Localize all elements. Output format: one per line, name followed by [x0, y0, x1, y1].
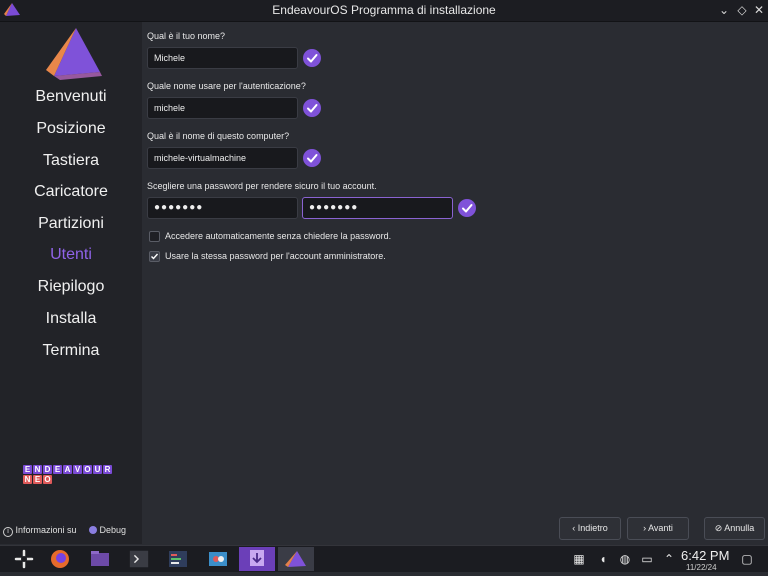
brand-letter: E — [53, 465, 62, 474]
brand-letter: O — [83, 465, 92, 474]
reuse-password-checkbox[interactable] — [149, 251, 160, 262]
about-label: Informazioni su — [15, 525, 77, 535]
next-button-label: Avanti — [648, 523, 673, 533]
password-label: Scegliere una password per rendere sicur… — [147, 181, 377, 191]
sidebar-step-installa: Installa — [45, 310, 97, 327]
terminal-icon[interactable] — [128, 547, 150, 571]
keyboard-layout-icon[interactable]: ▦ — [572, 552, 586, 566]
network-icon[interactable]: ◍ — [618, 552, 632, 566]
brand-letter: V — [73, 465, 82, 474]
info-icon: i — [3, 527, 13, 537]
window-titlebar: EndeavourOS Programma di installazione ⌄… — [0, 0, 768, 22]
password-valid-check-icon — [458, 199, 476, 217]
endeavour-neo-brand: E N D E A V O U R N E O — [23, 465, 112, 485]
brand-letter: E — [33, 475, 42, 484]
close-icon[interactable]: ✕ — [751, 2, 767, 18]
endeavouros-logo — [46, 28, 102, 80]
installer-taskbar-button[interactable] — [239, 547, 275, 571]
sidebar-step-tastiera: Tastiera — [42, 152, 100, 169]
chevron-right-icon: › — [643, 523, 647, 533]
window-title: EndeavourOS Programma di installazione — [272, 3, 496, 17]
back-button[interactable]: ‹ Indietro — [559, 517, 621, 540]
volume-muted-icon[interactable]: ◖ — [596, 552, 610, 566]
image-viewer-icon[interactable] — [206, 547, 230, 571]
file-manager-icon[interactable] — [88, 547, 112, 571]
brand-letter: N — [33, 465, 42, 474]
sidebar-step-posizione: Posizione — [36, 120, 106, 137]
show-desktop-icon[interactable]: ▢ — [740, 552, 754, 566]
firefox-icon[interactable] — [48, 547, 72, 571]
hostname-field[interactable]: michele-virtualmachine — [147, 147, 298, 169]
sidebar-step-benvenuti: Benvenuti — [35, 88, 107, 105]
cancel-button-label: Annulla — [724, 523, 755, 533]
system-monitor-icon[interactable] — [166, 547, 190, 571]
taskbar: ▦ ◖ ◍ ▭ ⌃ 6:42 PM 11/22/24 ▢ — [0, 545, 768, 572]
debug-link[interactable]: Debug — [89, 525, 126, 535]
login-label: Quale nome usare per l'autenticazione? — [147, 81, 306, 91]
cancel-icon: ⊘ — [714, 523, 723, 533]
password-repeat-field[interactable]: ●●●●●●● — [302, 197, 453, 219]
sidebar-step-caricatore: Caricatore — [34, 183, 108, 200]
brand-letter: D — [43, 465, 52, 474]
endeavouros-taskbar-button[interactable] — [278, 547, 314, 571]
next-button[interactable]: › Avanti — [627, 517, 689, 540]
sidebar-step-termina: Termina — [42, 342, 100, 359]
full-name-field[interactable]: Michele — [147, 47, 298, 69]
endeavouros-icon — [285, 551, 306, 567]
brand-letter: A — [63, 465, 72, 474]
cancel-button[interactable]: ⊘ Annulla — [704, 517, 765, 540]
password-field[interactable]: ●●●●●●● — [147, 197, 298, 219]
name-valid-check-icon — [303, 49, 321, 67]
reuse-password-label: Usare la stessa password per l'account a… — [165, 251, 386, 261]
sidebar-step-utenti: Utenti — [50, 246, 92, 263]
sidebar-step-riepilogo: Riepilogo — [37, 278, 105, 295]
login-name-field[interactable]: michele — [147, 97, 298, 119]
display-icon[interactable]: ▭ — [640, 552, 654, 566]
tray-expand-icon[interactable]: ⌃ — [662, 552, 676, 566]
maximize-icon[interactable]: ◇ — [734, 2, 750, 18]
hostname-label: Qual è il nome di questo computer? — [147, 131, 290, 141]
clock-time[interactable]: 6:42 PM — [681, 548, 729, 563]
brand-letter: N — [23, 475, 32, 484]
sidebar: Benvenuti Posizione Tastiera Caricatore … — [0, 22, 142, 544]
name-label: Qual è il tuo nome? — [147, 31, 226, 41]
debug-icon — [89, 526, 97, 534]
hostname-valid-check-icon — [303, 149, 321, 167]
clock-date[interactable]: 11/22/24 — [686, 563, 717, 571]
minimize-icon[interactable]: ⌄ — [716, 2, 732, 18]
chevron-left-icon: ‹ — [572, 523, 576, 533]
application-launcher-icon[interactable] — [12, 547, 36, 571]
back-button-label: Indietro — [577, 523, 608, 533]
autologin-checkbox[interactable] — [149, 231, 160, 242]
download-installer-icon — [250, 550, 264, 566]
brand-letter: R — [103, 465, 112, 474]
debug-label: Debug — [99, 525, 127, 535]
login-valid-check-icon — [303, 99, 321, 117]
brand-letter: E — [23, 465, 32, 474]
autologin-label: Accedere automaticamente senza chiedere … — [165, 231, 392, 241]
sidebar-step-partizioni: Partizioni — [38, 215, 104, 232]
brand-letter: O — [43, 475, 52, 484]
checkmark-icon — [151, 253, 159, 260]
about-link[interactable]: i Informazioni su — [3, 525, 77, 537]
brand-letter: U — [93, 465, 102, 474]
